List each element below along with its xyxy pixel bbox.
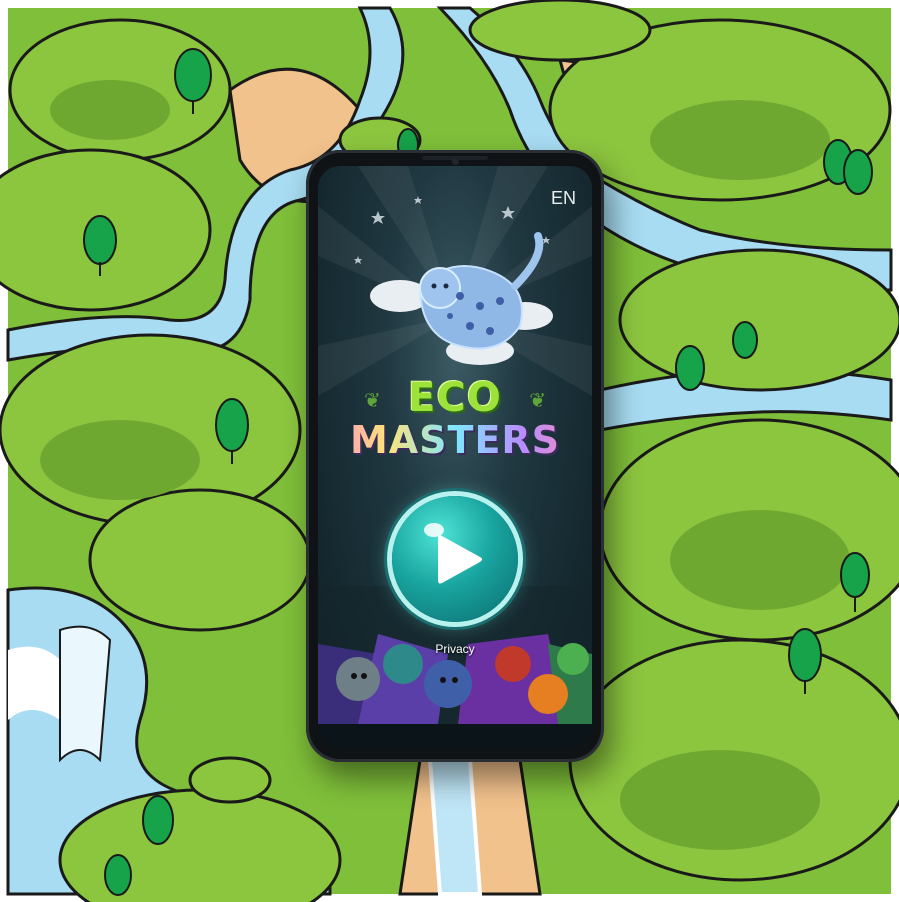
game-promo-scene: EN ECO MASTERS ❦ ❦ Privacy xyxy=(0,0,899,902)
game-logo: ECO MASTERS xyxy=(318,376,592,460)
logo-title-eco: ECO xyxy=(408,375,502,421)
system-nav-bar xyxy=(318,724,592,748)
play-icon xyxy=(424,523,482,584)
play-button[interactable] xyxy=(392,496,518,622)
jaguar-mascot xyxy=(370,232,553,365)
logo-title-masters: MASTERS xyxy=(318,420,592,460)
game-start-screen: EN ECO MASTERS ❦ ❦ Privacy xyxy=(318,166,592,748)
language-button[interactable]: EN xyxy=(551,188,576,209)
privacy-link[interactable]: Privacy xyxy=(318,642,592,656)
animal-characters-banner xyxy=(318,634,592,724)
leaf-icon: ❦ xyxy=(364,390,381,412)
leaf-icon: ❦ xyxy=(529,390,546,412)
phone-camera xyxy=(452,158,459,165)
phone-device: EN ECO MASTERS ❦ ❦ Privacy xyxy=(306,150,604,762)
